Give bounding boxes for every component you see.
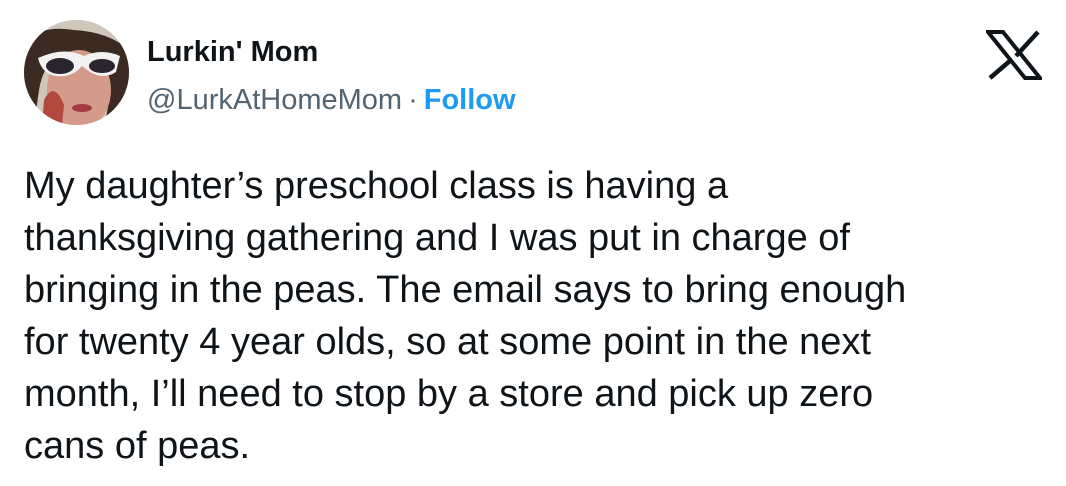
author-handle[interactable]: @LurkAtHomeMom — [147, 84, 402, 116]
tweet-card: Lurkin' Mom @LurkAtHomeMom · Follow My dau… — [0, 0, 1066, 486]
x-logo-icon[interactable] — [986, 30, 1042, 80]
tweet-text: My daughter’s preschool class is having … — [24, 165, 907, 467]
separator-dot: · — [408, 84, 418, 116]
author-display-name[interactable]: Lurkin' Mom — [147, 34, 318, 70]
avatar-image — [24, 20, 129, 125]
avatar[interactable] — [24, 20, 129, 125]
author-handle-row: @LurkAtHomeMom · Follow — [147, 82, 516, 118]
follow-button[interactable]: Follow — [424, 84, 516, 116]
